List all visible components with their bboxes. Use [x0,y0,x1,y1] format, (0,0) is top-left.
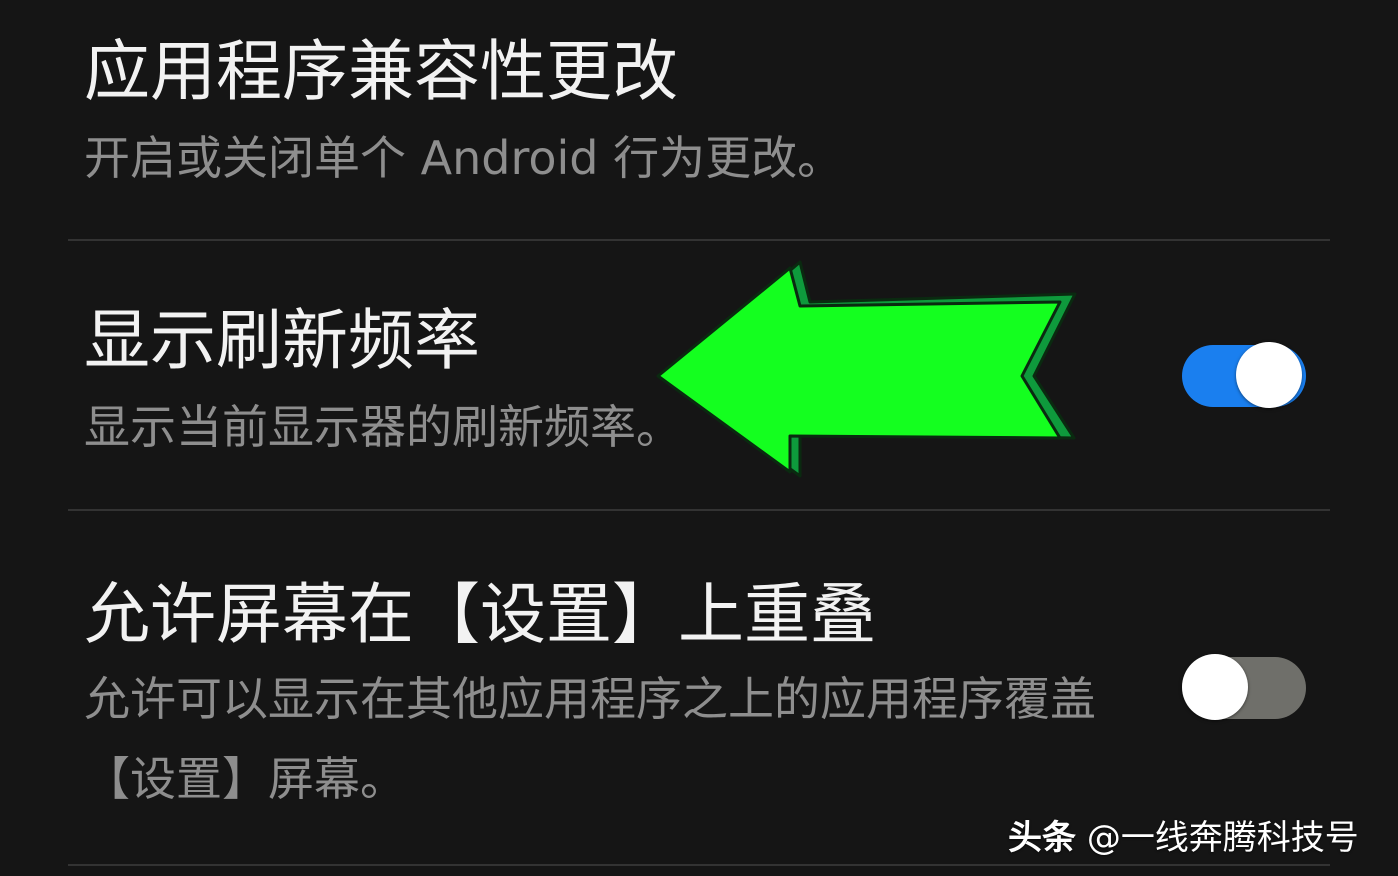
watermark-brand: 头条 [1008,818,1076,858]
toggle-knob [1236,342,1302,408]
green-arrow-icon [656,260,1077,478]
toggle-knob [1182,654,1248,720]
setting-title: 应用程序兼容性更改 [84,33,678,110]
setting-title: 显示刷新频率 [84,302,480,379]
setting-subtitle: 允许可以显示在其他应用程序之上的应用程序覆盖【设置】屏幕。 [84,672,1096,806]
watermark-author: @一线奔腾科技号 [1086,818,1359,858]
divider [68,864,1330,866]
watermark: 头条 @一线奔腾科技号 [1008,810,1359,859]
screen-overlay-toggle[interactable] [1182,653,1306,723]
refresh-rate-toggle[interactable] [1182,341,1306,411]
setting-app-compat-changes[interactable]: 应用程序兼容性更改 开启或关闭单个 Android 行为更改。 [0,0,1398,240]
setting-title: 允许屏幕在【设置】上重叠 [84,576,876,653]
setting-subtitle: 开启或关闭单个 Android 行为更改。 [84,131,844,185]
settings-page: 应用程序兼容性更改 开启或关闭单个 Android 行为更改。 显示刷新频率 显… [0,0,1398,876]
